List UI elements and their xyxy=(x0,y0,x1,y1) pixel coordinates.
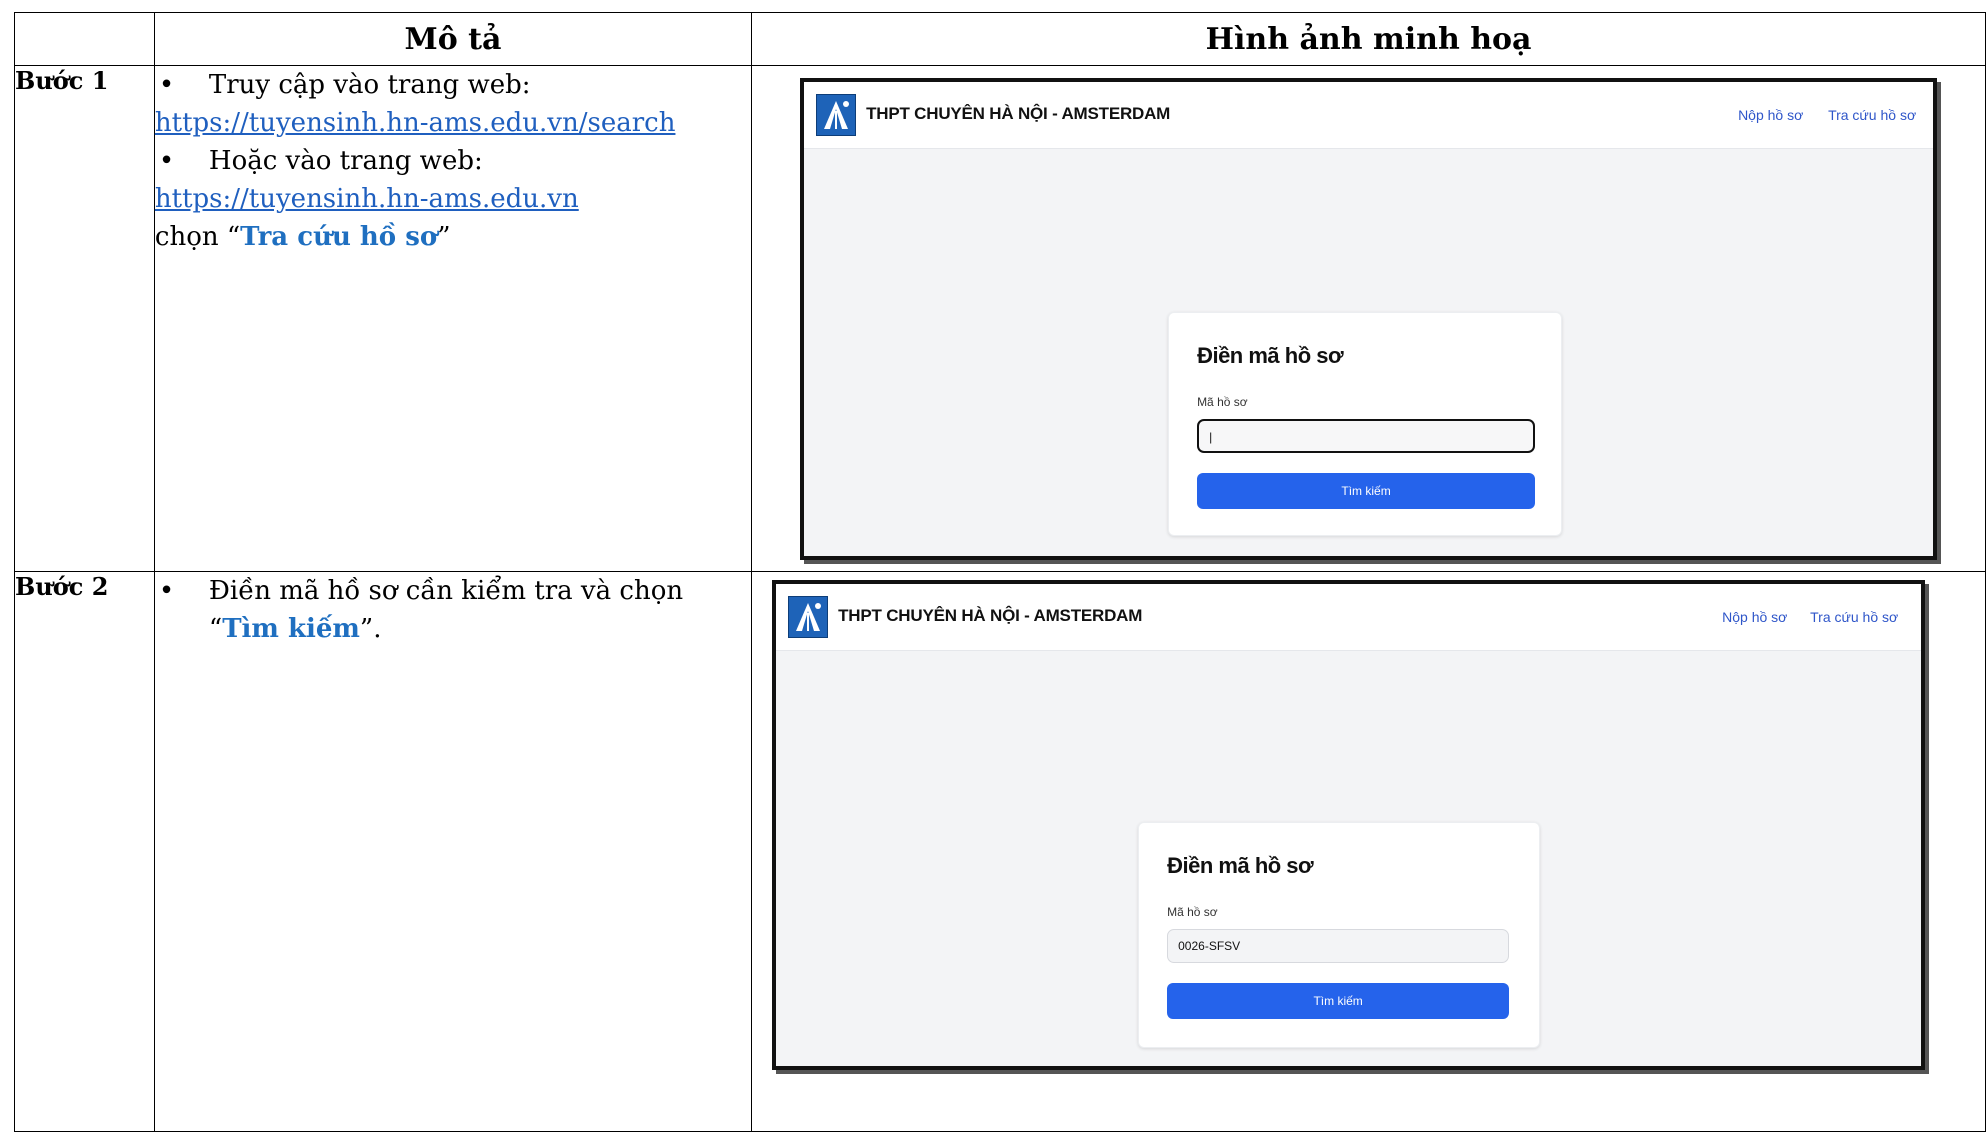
nav-submit-link[interactable]: Nộp hồ sơ xyxy=(1738,107,1803,123)
bullet-icon: • xyxy=(158,576,175,606)
step-2-description: • Điền mã hồ sơ cần kiểm tra và chọn “Tì… xyxy=(153,571,753,1132)
lookup-card: Điền mã hồ sơ Mã hồ sơ | Tìm kiếm xyxy=(1168,312,1563,536)
step-1-description: • Truy cập vào trang web: https://tuyens… xyxy=(153,65,753,572)
card-title: Điền mã hồ sơ xyxy=(1197,343,1344,368)
search-page-link[interactable]: https://tuyensinh.hn-ams.edu.vn/search xyxy=(155,108,676,138)
header-row: Mô tả Hình ảnh minh hoạ xyxy=(14,12,1986,66)
step-2-label: Bước 2 xyxy=(14,571,155,1132)
bullet-icon: • xyxy=(158,146,175,176)
header-illustration: Hình ảnh minh hoạ xyxy=(751,12,1986,66)
app-header: THPT CHUYÊN HÀ NỘI - AMSTERDAM Nộp hồ sơ… xyxy=(804,82,1934,149)
field-label: Mã hồ sơ xyxy=(1197,395,1248,409)
step-1-illustration: THPT CHUYÊN HÀ NỘI - AMSTERDAM Nộp hồ sơ… xyxy=(751,65,1986,572)
step-1-bullet-2: • Hoặc vào trang web: xyxy=(155,142,751,180)
app-header: THPT CHUYÊN HÀ NỘI - AMSTERDAM Nộp hồ sơ… xyxy=(776,584,1922,651)
step-2-illustration: THPT CHUYÊN HÀ NỘI - AMSTERDAM Nộp hồ sơ… xyxy=(751,571,1986,1132)
lookup-card: Điền mã hồ sơ Mã hồ sơ 0026-SFSV Tìm kiế… xyxy=(1138,822,1541,1048)
guide-table: Mô tả Hình ảnh minh hoạ Bước 1 • Truy cậ… xyxy=(14,12,1986,1132)
header-empty-cell xyxy=(14,12,155,66)
step-1-label: Bước 1 xyxy=(14,65,155,572)
home-page-link[interactable]: https://tuyensinh.hn-ams.edu.vn xyxy=(155,184,579,214)
nav-lookup-link[interactable]: Tra cứu hồ sơ xyxy=(1828,107,1916,123)
search-button[interactable]: Tìm kiếm xyxy=(1197,473,1536,509)
brand-name: THPT CHUYÊN HÀ NỘI - AMSTERDAM xyxy=(838,606,1143,625)
step-1-row: Bước 1 • Truy cập vào trang web: https:/… xyxy=(14,65,1986,572)
screenshot-step-1: THPT CHUYÊN HÀ NỘI - AMSTERDAM Nộp hồ sơ… xyxy=(800,78,1938,560)
application-code-input[interactable]: 0026-SFSV xyxy=(1167,929,1510,963)
school-logo-icon xyxy=(788,596,829,638)
nav-submit-link[interactable]: Nộp hồ sơ xyxy=(1722,609,1787,625)
header-description: Mô tả xyxy=(153,12,753,66)
screenshot-step-2: THPT CHUYÊN HÀ NỘI - AMSTERDAM Nộp hồ sơ… xyxy=(772,580,1926,1070)
nav-lookup-link[interactable]: Tra cứu hồ sơ xyxy=(1810,609,1898,625)
school-logo-icon xyxy=(816,94,857,136)
application-code-input[interactable]: | xyxy=(1197,419,1536,453)
field-label: Mã hồ sơ xyxy=(1167,905,1218,919)
choose-lookup-text: chọn “Tra cứu hồ sơ” xyxy=(154,222,451,252)
step-2-row: Bước 2 • Điền mã hồ sơ cần kiểm tra và c… xyxy=(14,571,1986,1132)
step-1-bullet-1: • Truy cập vào trang web: xyxy=(155,66,751,104)
search-button[interactable]: Tìm kiếm xyxy=(1167,983,1510,1019)
step-2-bullet: • Điền mã hồ sơ cần kiểm tra và chọn “Tì… xyxy=(155,572,751,648)
bullet-icon: • xyxy=(158,70,175,100)
card-title: Điền mã hồ sơ xyxy=(1167,853,1314,878)
brand-name: THPT CHUYÊN HÀ NỘI - AMSTERDAM xyxy=(866,104,1171,123)
